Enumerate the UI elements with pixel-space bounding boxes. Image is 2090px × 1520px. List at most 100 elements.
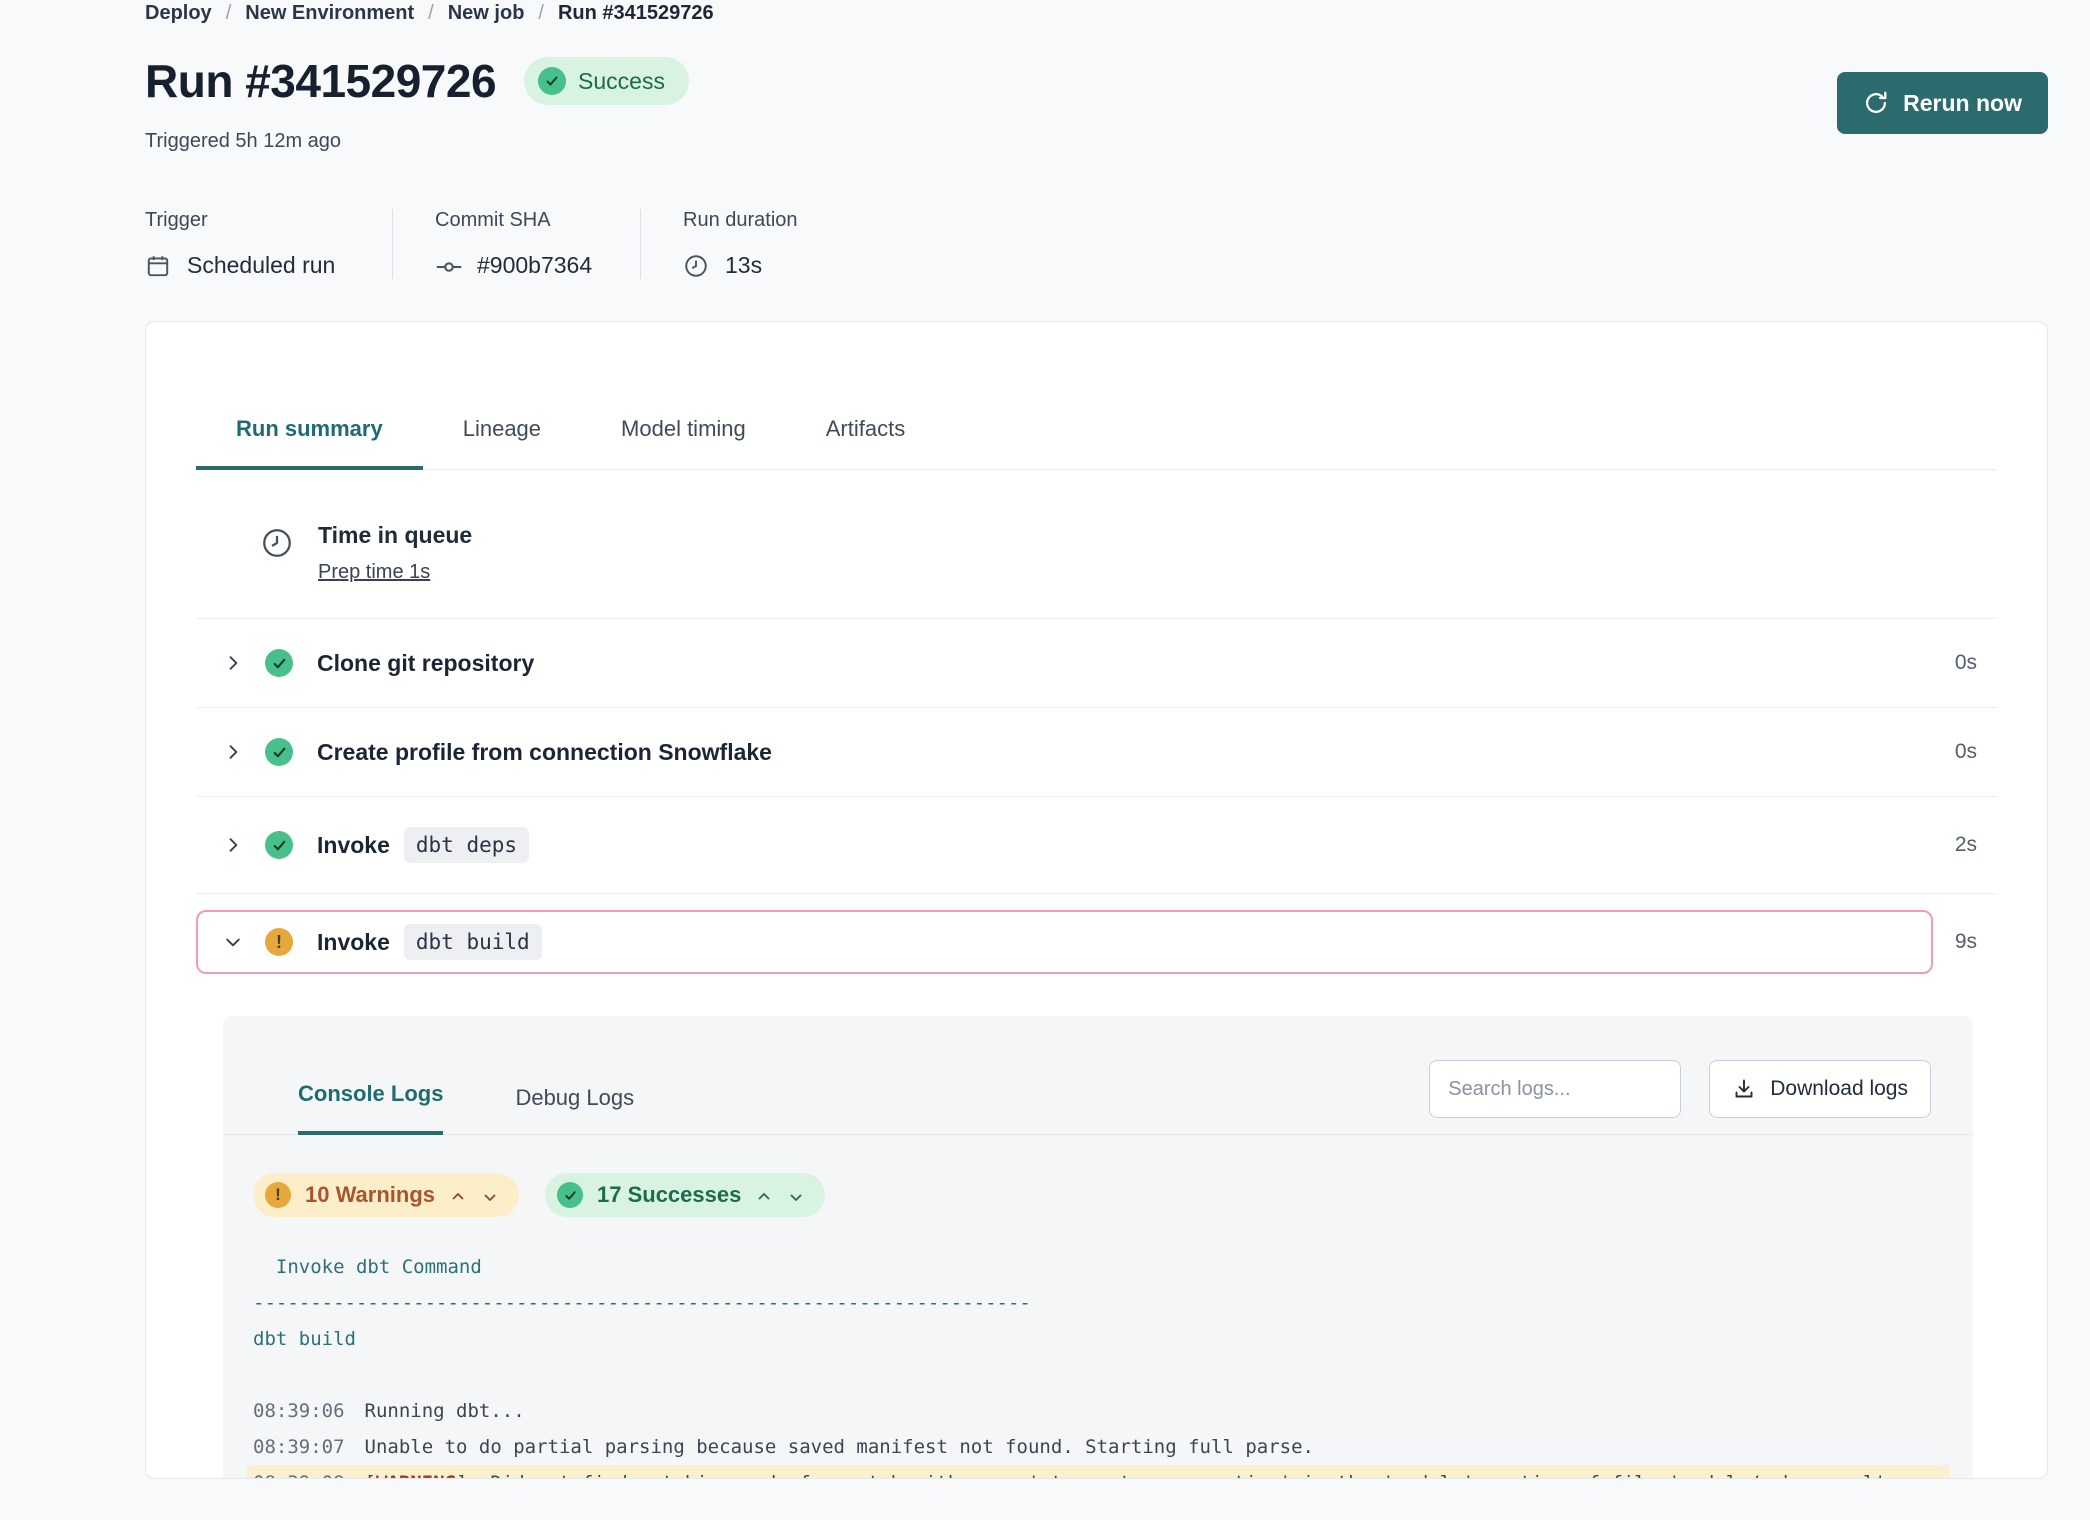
chevron-down-icon[interactable] (481, 1186, 499, 1204)
tab-console-logs[interactable]: Console Logs (298, 1067, 443, 1135)
status-badge-label: Success (578, 68, 665, 95)
warning-icon: ! (265, 1182, 291, 1208)
chevron-up-icon[interactable] (449, 1186, 467, 1204)
run-tabs: Run summary Lineage Model timing Artifac… (196, 416, 1997, 470)
breadcrumb-deploy[interactable]: Deploy (145, 0, 212, 26)
success-check-icon (265, 738, 293, 766)
step-duration: 9s (1955, 930, 1977, 954)
step-duration: 2s (1955, 833, 1977, 857)
warning-icon: ! (265, 928, 293, 956)
step-invoke-dbt-build[interactable]: ! Invoke dbt build (196, 910, 1933, 974)
log-message: Did not find matching node for patch wit… (490, 1472, 1886, 1479)
step-create-profile[interactable]: Create profile from connection Snowflake… (196, 708, 1997, 797)
refresh-icon (1863, 90, 1889, 116)
chevron-right-icon[interactable] (223, 835, 243, 855)
log-timestamp: 08:39:06 (253, 1400, 345, 1422)
step-name: Invoke (317, 929, 390, 956)
success-check-icon (557, 1182, 583, 1208)
success-check-icon (265, 649, 293, 677)
step-duration: 0s (1955, 740, 1977, 764)
commit-icon (435, 253, 461, 279)
rerun-now-label: Rerun now (1903, 90, 2022, 117)
chevron-down-icon[interactable] (787, 1186, 805, 1204)
breadcrumb-separator: / (428, 0, 434, 26)
meta-commit: Commit SHA #900b7364 (392, 209, 640, 279)
successes-count-label: 17 Successes (597, 1182, 741, 1208)
meta-trigger: Trigger Scheduled run (145, 209, 392, 279)
step-clone-git-repository[interactable]: Clone git repository 0s (196, 619, 1997, 708)
step-name: Invoke (317, 832, 390, 859)
run-meta: Trigger Scheduled run Commit SHA #900b73… (145, 209, 2048, 279)
duration-value: 13s (725, 252, 762, 279)
tab-run-summary[interactable]: Run summary (196, 416, 423, 470)
chevron-right-icon[interactable] (223, 653, 243, 673)
log-line: 08:39:07 Unable to do partial parsing bec… (247, 1429, 1949, 1465)
successes-count-badge: 17 Successes (545, 1173, 825, 1217)
breadcrumb-current-run: Run #341529726 (558, 0, 714, 26)
run-detail-page: Deploy / New Environment / New job / Run… (0, 0, 2090, 1479)
trigger-value: Scheduled run (187, 252, 335, 279)
log-timestamp: 08:39:07 (253, 1436, 345, 1458)
chevron-right-icon[interactable] (223, 742, 243, 762)
meta-duration: Run duration 13s (640, 209, 842, 279)
step-duration: 0s (1955, 651, 1977, 675)
calendar-icon (145, 253, 171, 279)
step-invoke-dbt-deps[interactable]: Invoke dbt deps 2s (196, 797, 1997, 894)
warning-bracket: [ (365, 1472, 376, 1479)
log-count-badges: ! 10 Warnings 17 Successes (223, 1135, 1973, 1217)
download-logs-label: Download logs (1770, 1077, 1908, 1101)
duration-label: Run duration (683, 209, 798, 232)
run-summary-card: Run summary Lineage Model timing Artifac… (145, 321, 2048, 1479)
step-invoke-dbt-build-row: ! Invoke dbt build 9s (196, 894, 1997, 974)
success-check-icon (538, 67, 566, 95)
breadcrumb-environment[interactable]: New Environment (245, 0, 414, 26)
tab-model-timing[interactable]: Model timing (581, 416, 786, 470)
success-check-icon (265, 831, 293, 859)
prep-time-link[interactable]: Prep time 1s (318, 561, 430, 584)
log-blank-line (247, 1357, 1949, 1393)
warnings-count-badge: ! 10 Warnings (253, 1173, 519, 1217)
log-timestamp: 08:39:08 (253, 1472, 345, 1479)
trigger-label: Trigger (145, 209, 348, 232)
clock-icon (683, 253, 709, 279)
log-command-line: dbt build (247, 1321, 1949, 1357)
status-badge: Success (524, 57, 689, 105)
tab-artifacts[interactable]: Artifacts (786, 416, 945, 470)
chevron-up-icon[interactable] (755, 1186, 773, 1204)
step-name: Create profile from connection Snowflake (317, 739, 772, 766)
log-message: Unable to do partial parsing because sav… (365, 1436, 1314, 1458)
commit-label: Commit SHA (435, 209, 596, 232)
breadcrumb-separator: / (226, 0, 232, 26)
breadcrumb-separator: / (538, 0, 544, 26)
commit-value: #900b7364 (477, 252, 592, 279)
log-divider-line: ----------------------------------------… (247, 1285, 1949, 1321)
time-in-queue-title: Time in queue (318, 522, 472, 549)
breadcrumb: Deploy / New Environment / New job / Run… (145, 0, 2048, 26)
warnings-count-label: 10 Warnings (305, 1182, 435, 1208)
step-name: Clone git repository (317, 650, 534, 677)
tab-lineage[interactable]: Lineage (423, 416, 581, 470)
page-header: Run #341529726 Success Triggered 5h 12m … (145, 54, 2048, 153)
tab-debug-logs[interactable]: Debug Logs (515, 1071, 634, 1135)
breadcrumb-job[interactable]: New job (448, 0, 525, 26)
time-in-queue-section: Time in queue Prep time 1s (196, 470, 1997, 619)
rerun-now-button[interactable]: Rerun now (1837, 72, 2048, 134)
triggered-timestamp: Triggered 5h 12m ago (145, 130, 689, 153)
console-logs-panel: Console Logs Debug Logs Download logs ! … (223, 1016, 1973, 1479)
log-message: Running dbt... (365, 1400, 525, 1422)
download-icon (1732, 1077, 1756, 1101)
clock-icon (260, 526, 294, 560)
chevron-down-icon[interactable] (223, 932, 243, 952)
logs-header: Console Logs Debug Logs Download logs (223, 1060, 1973, 1135)
search-logs-input[interactable] (1429, 1060, 1681, 1118)
download-logs-button[interactable]: Download logs (1709, 1060, 1931, 1118)
warning-bracket: ]: (456, 1472, 490, 1479)
log-line: 08:39:06 Running dbt... (247, 1393, 1949, 1429)
step-command-chip: dbt build (404, 924, 542, 960)
log-header-line: Invoke dbt Command (247, 1249, 1949, 1285)
log-output: Invoke dbt Command ---------------------… (223, 1249, 1973, 1479)
page-title: Run #341529726 (145, 54, 496, 108)
log-line-warning: 08:39:08 [WARNING]: Did not find matching… (247, 1465, 1949, 1479)
warning-label: WARNING (376, 1472, 456, 1479)
step-command-chip: dbt deps (404, 827, 529, 863)
